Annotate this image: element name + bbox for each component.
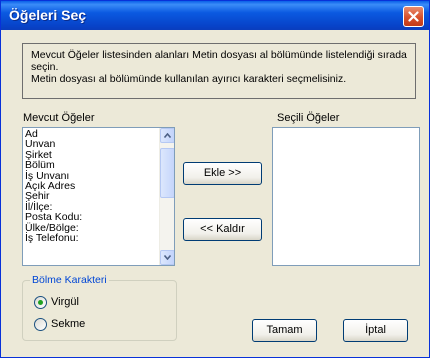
description-box: Mevcut Öğeler listesinden alanları Metin… bbox=[22, 43, 416, 99]
list-item[interactable]: Bölüm bbox=[25, 160, 82, 171]
description-line-1: Mevcut Öğeler listesinden alanları Metin… bbox=[31, 49, 407, 73]
scroll-thumb[interactable] bbox=[160, 148, 174, 198]
list-item[interactable]: Posta Kodu: bbox=[25, 212, 82, 223]
separator-legend: Bölme Karakteri bbox=[30, 274, 109, 286]
window-title: Öğeleri Seç bbox=[9, 7, 87, 23]
dialog-window: Öğeleri Seç Mevcut Öğeler listesinden al… bbox=[0, 0, 430, 358]
scroll-up-button[interactable] bbox=[160, 128, 174, 143]
vertical-scrollbar[interactable] bbox=[159, 128, 174, 265]
radio-dot bbox=[38, 300, 43, 305]
radio-tab-label[interactable]: Sekme bbox=[51, 318, 85, 330]
radio-comma-label[interactable]: Virgül bbox=[51, 296, 79, 308]
remove-button[interactable]: << Kaldır bbox=[183, 218, 262, 241]
available-items-label: Mevcut Öğeler bbox=[23, 112, 95, 124]
available-items-list[interactable]: Ad Unvan Şirket Bölüm İş Unvanı Açık Adres Şeh… bbox=[22, 127, 175, 266]
ok-button[interactable]: Tamam bbox=[252, 319, 317, 342]
chevron-down-icon bbox=[164, 255, 171, 260]
selected-items-label: Seçili Öğeler bbox=[277, 112, 340, 124]
separator-group: Bölme Karakteri Virgül Sekme bbox=[22, 274, 177, 341]
description-line-2: Metin dosyası al bölümünde kullanılan ay… bbox=[31, 73, 347, 85]
scroll-down-button[interactable] bbox=[160, 250, 174, 265]
radio-comma[interactable] bbox=[34, 296, 47, 309]
add-button[interactable]: Ekle >> bbox=[183, 162, 262, 185]
selected-items-list[interactable] bbox=[272, 127, 420, 266]
title-bar[interactable]: Öğeleri Seç bbox=[1, 1, 429, 30]
available-items-container: Ad Unvan Şirket Bölüm İş Unvanı Açık Adres Şeh… bbox=[25, 129, 82, 244]
chevron-up-icon bbox=[164, 133, 171, 138]
radio-tab[interactable] bbox=[34, 318, 47, 331]
list-item[interactable]: İş Telefonu: bbox=[25, 232, 82, 243]
cancel-button[interactable]: İptal bbox=[343, 319, 408, 342]
close-icon bbox=[408, 11, 419, 22]
close-button[interactable] bbox=[403, 6, 424, 27]
